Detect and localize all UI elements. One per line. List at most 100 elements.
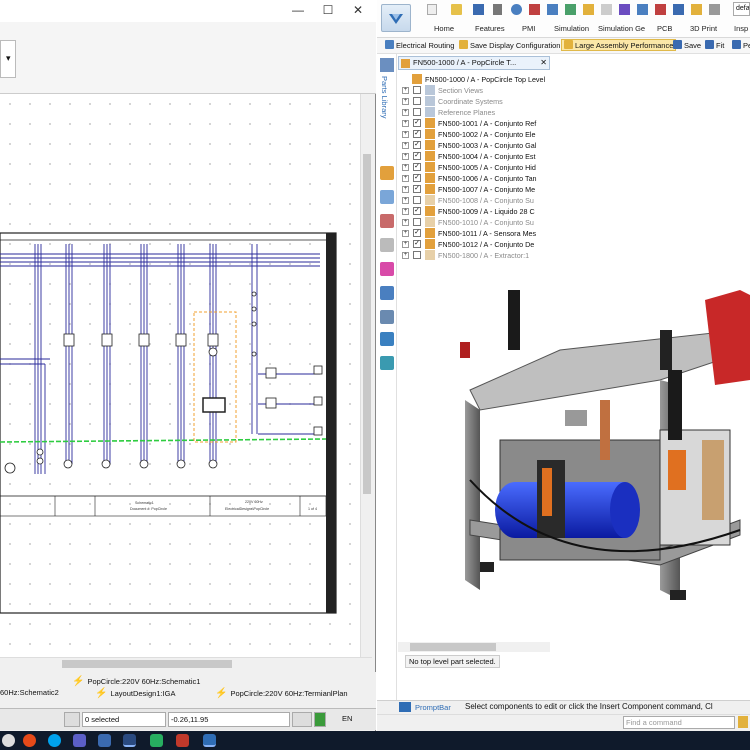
grid-icon[interactable] [292, 712, 312, 727]
visibility-checkbox[interactable] [413, 196, 421, 204]
undo-icon[interactable] [511, 4, 522, 15]
network-icon[interactable] [380, 310, 394, 324]
schematic-horizontal-scrollbar[interactable] [0, 657, 372, 669]
tab-home[interactable]: Home [434, 24, 454, 33]
expand-icon[interactable]: + [402, 153, 409, 160]
open-icon[interactable] [451, 4, 462, 15]
tree-item[interactable]: + Reference Planes [398, 107, 550, 118]
visibility-checkbox[interactable]: ✓ [413, 174, 421, 182]
3d-viewport[interactable] [440, 290, 750, 610]
color-icon[interactable] [380, 262, 394, 276]
tab-schematic2[interactable]: 60Hz:Schematic2 [0, 688, 59, 697]
print-icon[interactable] [493, 4, 502, 15]
expand-icon[interactable]: + [402, 208, 409, 215]
expand-icon[interactable]: + [402, 219, 409, 226]
expand-icon[interactable]: + [402, 186, 409, 193]
visibility-checkbox[interactable]: ✓ [413, 141, 421, 149]
visibility-checkbox[interactable] [413, 251, 421, 259]
tab-schematic1[interactable]: ⚡ PopCircle:220V 60Hz:Schematic1 [72, 676, 200, 687]
close-button[interactable]: ✕ [342, 0, 374, 20]
expand-icon[interactable]: + [402, 252, 409, 259]
scroll-thumb[interactable] [363, 154, 371, 494]
tree-item[interactable]: + ✓ FN500-1012 / A - Conjunto De [398, 239, 550, 250]
style-dropdown[interactable]: defa [733, 2, 750, 16]
tab-features[interactable]: Features [475, 24, 505, 33]
tree-item[interactable]: + ✓ FN500-1009 / A - Liquido 28 C [398, 206, 550, 217]
browser-icon[interactable] [2, 734, 15, 747]
tree-item[interactable]: + ✓ FN500-1003 / A - Conjunto Gal [398, 140, 550, 151]
pathfinder-tab[interactable]: FN500-1000 / A - PopCircle T... ✕ [398, 56, 550, 70]
editor-icon[interactable] [203, 734, 216, 747]
close-icon[interactable]: ✕ [540, 57, 547, 69]
layers-icon[interactable] [691, 4, 702, 15]
settings-icon[interactable] [673, 4, 684, 15]
expand-icon[interactable]: + [402, 175, 409, 182]
pe-button[interactable]: Pe [732, 40, 750, 50]
skype-icon[interactable] [48, 734, 61, 747]
tab-inspection[interactable]: Insp [734, 24, 748, 33]
grid-icon[interactable] [380, 332, 394, 346]
expand-icon[interactable]: + [402, 98, 409, 105]
tool-icon[interactable] [529, 4, 540, 15]
fit-button[interactable]: Fit [705, 40, 724, 50]
part-icon[interactable] [619, 4, 630, 15]
settings-icon[interactable] [380, 356, 394, 370]
firefox-icon[interactable] [23, 734, 36, 747]
tab-simulation[interactable]: Simulation [554, 24, 589, 33]
expand-icon[interactable]: + [402, 131, 409, 138]
toolbar-dropdown[interactable]: ▾ [0, 40, 16, 78]
expand-icon[interactable]: + [402, 164, 409, 171]
save-button[interactable]: Save [673, 40, 701, 50]
expand-icon[interactable]: + [402, 142, 409, 149]
search-icon[interactable] [738, 716, 748, 728]
tree-item[interactable]: + ✓ FN500-1005 / A - Conjunto Hid [398, 162, 550, 173]
visibility-checkbox[interactable]: ✓ [413, 207, 421, 215]
tree-item[interactable]: + ✓ FN500-1006 / A - Conjunto Tan [398, 173, 550, 184]
parts-library-icon[interactable] [380, 58, 394, 72]
solid-edge-icon[interactable] [123, 734, 136, 747]
help-icon[interactable] [380, 286, 394, 300]
folder-icon[interactable] [583, 4, 594, 15]
visibility-checkbox[interactable]: ✓ [413, 229, 421, 237]
tab-3d-print[interactable]: 3D Print [690, 24, 717, 33]
measure-icon[interactable] [655, 4, 666, 15]
expand-icon[interactable]: + [402, 87, 409, 94]
tab-layout-design[interactable]: ⚡ LayoutDesign1:IGA [95, 688, 176, 699]
tab-pmi[interactable]: PMI [522, 24, 535, 33]
command-finder-input[interactable]: Find a command [623, 716, 735, 729]
maximize-button[interactable]: ☐ [312, 0, 344, 20]
grid-icon[interactable] [547, 4, 558, 15]
pdf-icon[interactable] [176, 734, 189, 747]
save-icon[interactable] [473, 4, 484, 15]
promptbar-label[interactable]: PromptBar [415, 703, 451, 712]
expand-icon[interactable]: + [402, 230, 409, 237]
scroll-thumb[interactable] [62, 660, 232, 668]
help-icon[interactable] [637, 4, 648, 15]
tree-item[interactable]: + ✓ FN500-1011 / A - Sensora Mes [398, 228, 550, 239]
save-display-config-button[interactable]: Save Display Configuration [459, 40, 560, 50]
electrical-routing-button[interactable]: Electrical Routing [385, 40, 454, 50]
tree-item[interactable]: + Section Views [398, 85, 550, 96]
teams-icon[interactable] [73, 734, 86, 747]
tree-item[interactable]: + ✓ FN500-1007 / A - Conjunto Me [398, 184, 550, 195]
new-icon[interactable] [427, 4, 437, 15]
visibility-checkbox[interactable]: ✓ [413, 240, 421, 248]
filter-icon[interactable] [64, 712, 80, 727]
expand-icon[interactable]: + [402, 241, 409, 248]
tree-item[interactable]: + FN500-1800 / A - Extractor:1 [398, 250, 550, 261]
view-icon[interactable] [380, 190, 394, 204]
visibility-checkbox[interactable]: ✓ [413, 185, 421, 193]
tree-item[interactable]: + ✓ FN500-1002 / A - Conjunto Ele [398, 129, 550, 140]
tree-item[interactable]: + FN500-1010 / A - Conjunto Su [398, 217, 550, 228]
notepad-icon[interactable] [150, 734, 163, 747]
visibility-checkbox[interactable] [413, 97, 421, 105]
large-assembly-performance-button[interactable]: Large Assembly Performance [561, 39, 677, 51]
tab-simulation-ge[interactable]: Simulation Ge [598, 24, 645, 33]
feature-icon[interactable] [380, 214, 394, 228]
parts-library-tab[interactable]: Parts Library [380, 76, 389, 119]
view-icon[interactable] [601, 4, 612, 15]
visibility-checkbox[interactable] [413, 108, 421, 116]
expand-icon[interactable]: + [402, 109, 409, 116]
tree-item[interactable]: + ✓ FN500-1001 / A - Conjunto Ref [398, 118, 550, 129]
expand-icon[interactable]: + [402, 197, 409, 204]
